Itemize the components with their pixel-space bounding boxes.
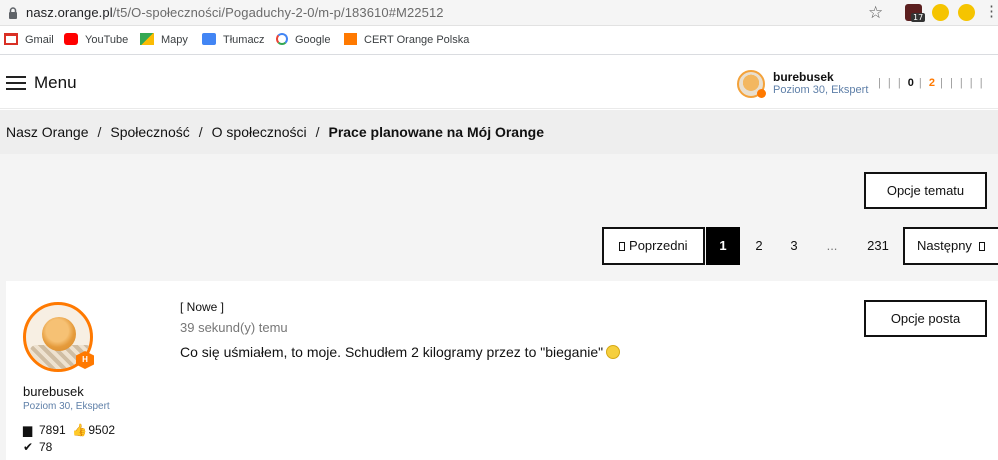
breadcrumb-separator: / xyxy=(315,124,320,140)
kudos-count: 9502 xyxy=(88,423,116,437)
author-stats: ▆ 7891 👍9502 ✔ 78 xyxy=(23,423,115,457)
post-card: H burebusek Poziom 30, Ekspert ▆ 7891 👍95… xyxy=(6,281,998,460)
bookmark-google[interactable]: Google xyxy=(276,33,330,46)
content-area: Opcje tematu Poprzedni 1 2 3 ... 231 Nas… xyxy=(0,154,998,460)
page-1[interactable]: 1 xyxy=(706,227,740,265)
breadcrumb-item-nasz-orange[interactable]: Nasz Orange xyxy=(6,124,88,140)
post-author-level: Poziom 30, Ekspert xyxy=(23,401,110,412)
bookmark-gmail[interactable]: Gmail xyxy=(4,33,54,46)
gmail-icon xyxy=(4,33,18,45)
bookmark-label: Gmail xyxy=(25,34,54,46)
header-counters: | | | 0 | 2 | | | | | xyxy=(878,77,985,89)
chevron-right-icon xyxy=(979,242,986,251)
notifications-counter[interactable]: 2 xyxy=(929,77,935,89)
laughing-emoji-icon xyxy=(606,345,621,359)
calendar-extension-icon[interactable]: 17 xyxy=(905,4,926,22)
extension-badge: 17 xyxy=(911,13,926,22)
next-page-button[interactable]: Następny xyxy=(903,227,998,265)
breadcrumb: Nasz Orange / Społeczność / O społeczności / P… xyxy=(0,110,998,154)
breadcrumb-current: Prace planowane na Mój Orange xyxy=(328,124,544,140)
next-label: Następny xyxy=(917,238,972,253)
page-ellipsis: ... xyxy=(826,238,838,253)
browser-address-bar: nasz.orange.pl/t5/O-społeczności/Pogaduc… xyxy=(0,0,998,26)
bookmark-translate[interactable]: Tłumacz xyxy=(202,33,265,46)
header-username[interactable]: burebusek xyxy=(773,70,834,84)
bookmark-label: Google xyxy=(295,34,331,46)
bookmark-maps[interactable]: Mapy xyxy=(140,33,188,46)
page-2[interactable]: 2 xyxy=(742,227,776,265)
header-user-level: Poziom 30, Ekspert xyxy=(773,84,869,96)
post-body-text: Co się uśmiałem, to moje. Schudłem 2 kil… xyxy=(180,344,604,360)
cert-icon xyxy=(344,33,357,45)
bookmark-cert[interactable]: CERT Orange Polska xyxy=(344,33,469,46)
youtube-icon xyxy=(64,33,78,45)
translate-icon xyxy=(202,33,216,45)
home-extension-icon[interactable] xyxy=(958,4,975,21)
post-options-button[interactable]: Opcje posta xyxy=(864,300,987,337)
bookmark-label: Mapy xyxy=(161,34,188,46)
checkmark-icon: ✔ xyxy=(23,440,34,454)
avatar-cat xyxy=(42,317,76,351)
avatar[interactable] xyxy=(737,70,766,98)
breadcrumb-separator: / xyxy=(198,124,203,140)
thumbs-up-icon: 👍 xyxy=(72,423,88,437)
message-icon: ▆ xyxy=(23,423,33,437)
hamburger-icon[interactable] xyxy=(6,76,26,90)
search-extension-icon[interactable] xyxy=(932,4,949,21)
url-host: nasz.orange.pl xyxy=(26,5,113,20)
browser-menu-icon[interactable]: ⋮ xyxy=(984,4,998,19)
bookmark-youtube[interactable]: YouTube xyxy=(64,33,128,46)
bookmark-label: YouTube xyxy=(85,34,129,46)
menu-button[interactable]: Menu xyxy=(34,73,77,93)
breadcrumb-separator: / xyxy=(97,124,102,140)
post-author[interactable]: burebusek xyxy=(23,384,84,399)
page-3[interactable]: 3 xyxy=(777,227,811,265)
lock-icon xyxy=(9,7,17,19)
bookmark-star-icon[interactable]: ☆ xyxy=(868,3,883,23)
topic-options-button[interactable]: Opcje tematu xyxy=(864,172,987,209)
messages-counter[interactable]: 0 xyxy=(908,77,914,89)
url-field[interactable]: nasz.orange.pl/t5/O-społeczności/Pogaduc… xyxy=(26,5,444,20)
bookmark-label: Tłumacz xyxy=(223,34,265,46)
breadcrumb-item-spolecznosc[interactable]: Społeczność xyxy=(110,124,189,140)
post-body: Co się uśmiałem, to moje. Schudłem 2 kil… xyxy=(180,344,621,360)
url-path: /t5/O-społeczności/Pogaduchy-2-0/m-p/183… xyxy=(112,5,444,20)
previous-page-button[interactable]: Poprzedni xyxy=(602,227,705,265)
site-header: Menu burebusek Poziom 30, Ekspert | | | … xyxy=(0,56,998,109)
post-timestamp: 39 sekund(y) temu xyxy=(180,320,288,335)
new-tag: [ Nowe ] xyxy=(180,300,225,314)
previous-label: Poprzedni xyxy=(629,238,688,253)
breadcrumb-item-o-spolecznosci[interactable]: O społeczności xyxy=(212,124,307,140)
chevron-left-icon xyxy=(619,242,626,251)
page-231[interactable]: 231 xyxy=(861,227,895,265)
solutions-count: 78 xyxy=(39,440,53,454)
messages-count: 7891 xyxy=(39,423,66,437)
maps-icon xyxy=(140,33,154,45)
bookmark-label: CERT Orange Polska xyxy=(364,34,470,46)
google-icon xyxy=(276,33,288,45)
bookmarks-bar: Gmail YouTube Mapy Tłumacz Google CERT O… xyxy=(0,27,998,55)
